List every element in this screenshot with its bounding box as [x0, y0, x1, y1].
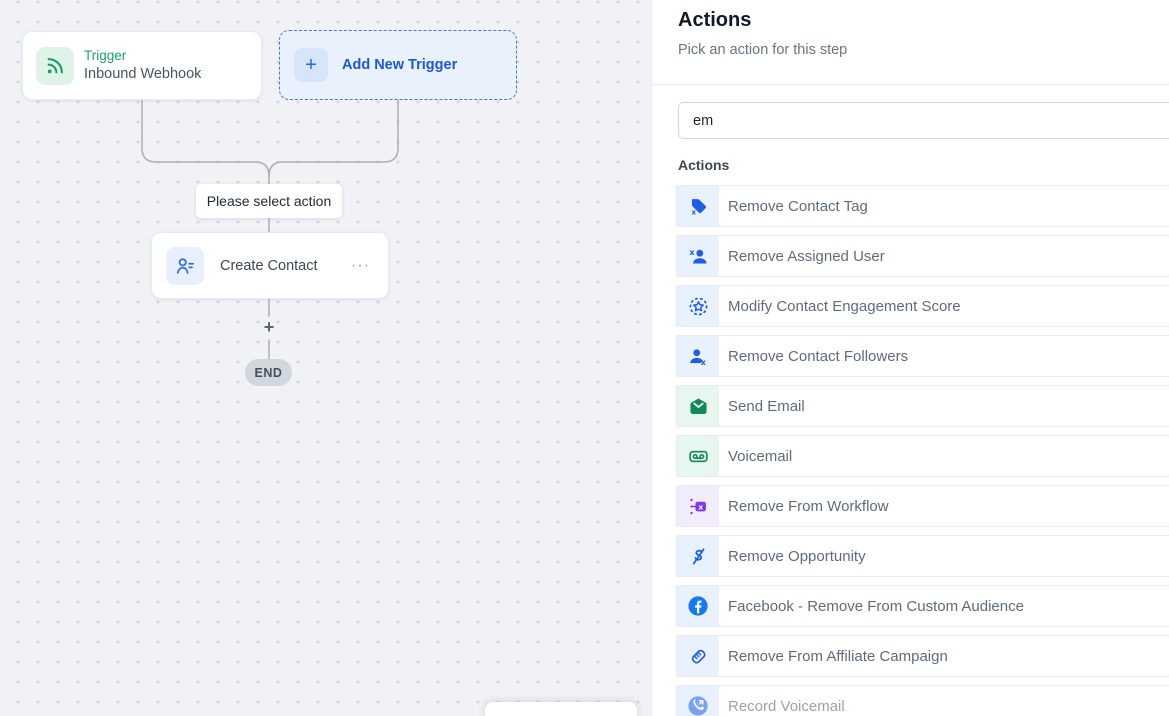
trigger-type-label: Trigger — [84, 48, 201, 65]
action-item-label: Modify Contact Engagement Score — [728, 298, 961, 315]
opportunity-remove-icon — [688, 546, 709, 567]
bottom-popup-partial — [485, 702, 637, 716]
user-remove-icon: x — [688, 246, 709, 267]
action-item-label: Remove Contact Followers — [728, 348, 908, 365]
actions-list: x Remove Contact Tag x Remove Assigned U… — [676, 185, 1169, 716]
actions-panel: Actions Pick an action for this step Act… — [651, 0, 1169, 716]
svg-text:x: x — [691, 208, 696, 216]
action-list-item[interactable]: x Remove Contact Tag — [676, 185, 1169, 227]
action-item-label: Remove From Affiliate Campaign — [728, 648, 948, 665]
action-item-label: Record Voicemail — [728, 698, 845, 715]
panel-divider — [652, 84, 1169, 85]
create-contact-node[interactable]: Create Contact ··· — [151, 232, 389, 299]
panel-title: Actions — [678, 9, 751, 32]
action-list-item[interactable]: Record Voicemail — [676, 685, 1169, 716]
action-node-label: Create Contact — [220, 258, 347, 274]
action-item-label: Remove Assigned User — [728, 248, 885, 265]
workflow-builder: Trigger Inbound Webhook + Add New Trigge… — [0, 0, 1169, 716]
action-item-label: Remove From Workflow — [728, 498, 889, 515]
action-item-label: Facebook - Remove From Custom Audience — [728, 598, 1024, 615]
action-list-item[interactable]: Voicemail — [676, 435, 1169, 477]
tag-remove-icon: x — [688, 196, 709, 217]
action-list-item[interactable]: x Remove Assigned User — [676, 235, 1169, 277]
action-search-input[interactable] — [678, 102, 1169, 139]
actions-section-label: Actions — [678, 157, 729, 173]
action-list-item[interactable]: x Remove From Workflow — [676, 485, 1169, 527]
workflow-remove-icon: x — [688, 496, 709, 517]
action-list-item[interactable]: Facebook - Remove From Custom Audience — [676, 585, 1169, 627]
action-list-item[interactable]: x Remove Contact Followers — [676, 335, 1169, 377]
action-item-label: Send Email — [728, 398, 805, 415]
add-new-trigger-label: Add New Trigger — [342, 57, 457, 73]
action-list-item[interactable]: Send Email — [676, 385, 1169, 427]
plus-icon: + — [294, 48, 328, 82]
facebook-icon — [687, 595, 709, 617]
action-list-item[interactable]: Remove Opportunity — [676, 535, 1169, 577]
select-action-hint: Please select action — [196, 184, 342, 218]
panel-subtitle: Pick an action for this step — [678, 42, 847, 58]
workflow-canvas[interactable]: Trigger Inbound Webhook + Add New Trigge… — [0, 0, 651, 716]
send-email-icon — [688, 396, 709, 417]
action-item-label: Remove Contact Tag — [728, 198, 868, 215]
action-item-label: Remove Opportunity — [728, 548, 866, 565]
record-voicemail-icon — [687, 695, 709, 716]
trigger-node[interactable]: Trigger Inbound Webhook — [22, 31, 262, 100]
webhook-rss-icon — [36, 47, 74, 85]
end-badge: END — [245, 359, 292, 386]
contact-icon — [166, 247, 204, 285]
svg-text:x: x — [698, 502, 703, 511]
action-item-label: Voicemail — [728, 448, 792, 465]
affiliate-remove-icon — [688, 646, 709, 667]
svg-text:x: x — [689, 247, 694, 256]
trigger-title: Inbound Webhook — [84, 65, 201, 83]
engagement-score-icon — [688, 296, 709, 317]
action-list-item[interactable]: Modify Contact Engagement Score — [676, 285, 1169, 327]
action-list-item[interactable]: Remove From Affiliate Campaign — [676, 635, 1169, 677]
followers-remove-icon: x — [688, 346, 709, 367]
add-step-button[interactable]: + — [259, 317, 279, 337]
svg-text:x: x — [700, 357, 705, 366]
node-menu-button[interactable]: ··· — [347, 253, 374, 279]
connector-lines — [0, 0, 651, 716]
voicemail-icon — [688, 446, 709, 467]
add-new-trigger-button[interactable]: + Add New Trigger — [279, 30, 517, 100]
